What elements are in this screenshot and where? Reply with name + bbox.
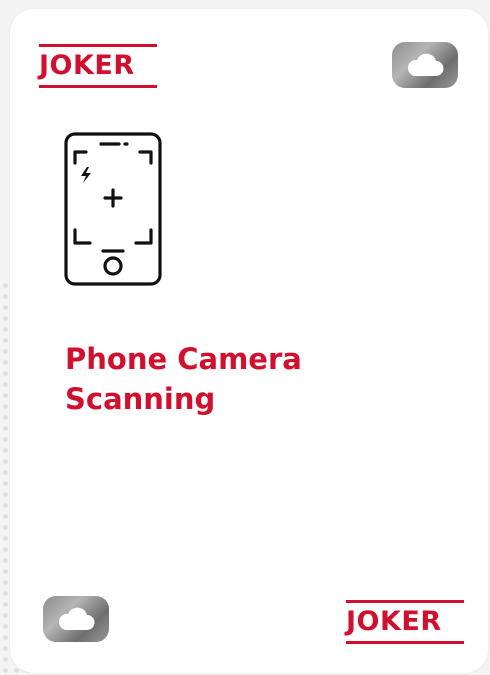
cloud-badge-bottom: [43, 596, 109, 642]
joker-top-bar-lower: [39, 85, 157, 88]
card-title: Phone Camera Scanning: [65, 339, 385, 419]
joker-card[interactable]: JOKER Phone Camera Scanning JOKER: [10, 9, 488, 673]
card-title-line-2: Scanning: [65, 382, 216, 416]
joker-bottom-bar-lower: [346, 641, 464, 644]
joker-text-top: JOKER: [39, 50, 135, 81]
joker-label-bottom: JOKER: [346, 600, 464, 644]
cloud-icon: [407, 53, 444, 76]
joker-bottom-bar-upper: [346, 600, 464, 603]
joker-label-top: JOKER: [39, 44, 157, 88]
joker-text-bottom: JOKER: [346, 606, 442, 637]
card-title-line-1: Phone Camera: [65, 342, 302, 376]
phone-camera-scan-icon: [64, 132, 162, 286]
cloud-icon: [58, 607, 95, 630]
joker-top-bar-upper: [39, 44, 157, 47]
cloud-badge-top: [392, 42, 458, 88]
